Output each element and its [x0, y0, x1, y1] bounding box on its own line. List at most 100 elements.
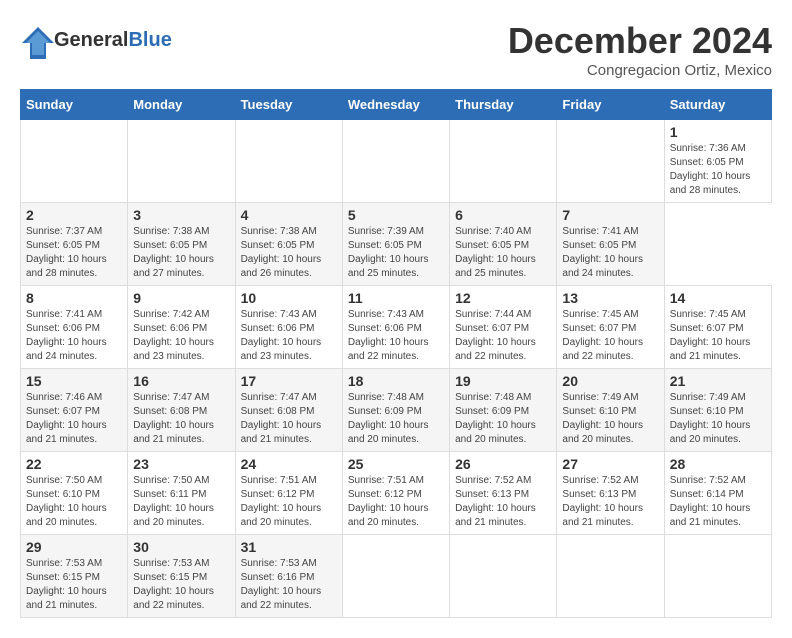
day-number: 30 [133, 539, 229, 555]
day-number: 7 [562, 207, 658, 223]
day-info: Sunrise: 7:47 AMSunset: 6:08 PMDaylight:… [241, 391, 337, 447]
day-info: Sunrise: 7:37 AMSunset: 6:05 PMDaylight:… [26, 225, 122, 281]
empty-cell [557, 120, 664, 203]
day-info: Sunrise: 7:42 AMSunset: 6:06 PMDaylight:… [133, 308, 229, 364]
day-info: Sunrise: 7:48 AMSunset: 6:09 PMDaylight:… [455, 391, 551, 447]
day-number: 5 [348, 207, 444, 223]
day-info: Sunrise: 7:53 AMSunset: 6:15 PMDaylight:… [26, 557, 122, 613]
day-cell-8: 8Sunrise: 7:41 AMSunset: 6:06 PMDaylight… [21, 286, 128, 369]
empty-cell [557, 535, 664, 618]
day-cell-29: 29 Sunrise: 7:53 AMSunset: 6:15 PMDayligh… [21, 535, 128, 618]
day-number: 16 [133, 373, 229, 389]
day-number: 20 [562, 373, 658, 389]
day-info: Sunrise: 7:41 AMSunset: 6:05 PMDaylight:… [562, 225, 658, 281]
day-cell-16: 16 Sunrise: 7:47 AMSunset: 6:08 PMDayligh… [128, 369, 235, 452]
day-cell-18: 18 Sunrise: 7:48 AMSunset: 6:09 PMDayligh… [342, 369, 449, 452]
day-info: Sunrise: 7:40 AMSunset: 6:05 PMDaylight:… [455, 225, 551, 281]
calendar-table: SundayMondayTuesdayWednesdayThursdayFrid… [20, 89, 772, 618]
header-friday: Friday [557, 90, 664, 120]
day-info: Sunrise: 7:51 AMSunset: 6:12 PMDaylight:… [348, 474, 444, 530]
calendar-week-1: 1Sunrise: 7:36 AMSunset: 6:05 PMDaylight… [21, 120, 772, 203]
day-cell-7: 7 Sunrise: 7:41 AMSunset: 6:05 PMDaylight… [557, 203, 664, 286]
day-number: 4 [241, 207, 337, 223]
empty-cell [128, 120, 235, 203]
calendar-week-6: 29 Sunrise: 7:53 AMSunset: 6:15 PMDayligh… [21, 535, 772, 618]
day-number: 21 [670, 373, 766, 389]
day-cell-25: 25 Sunrise: 7:51 AMSunset: 6:12 PMDayligh… [342, 452, 449, 535]
day-cell-10: 10Sunrise: 7:43 AMSunset: 6:06 PMDayligh… [235, 286, 342, 369]
day-number: 28 [670, 456, 766, 472]
day-info: Sunrise: 7:50 AMSunset: 6:10 PMDaylight:… [26, 474, 122, 530]
day-number: 17 [241, 373, 337, 389]
day-number: 25 [348, 456, 444, 472]
day-info: Sunrise: 7:49 AMSunset: 6:10 PMDaylight:… [670, 391, 766, 447]
day-number: 24 [241, 456, 337, 472]
header-monday: Monday [128, 90, 235, 120]
day-cell-24: 24Sunrise: 7:51 AMSunset: 6:12 PMDayligh… [235, 452, 342, 535]
day-info: Sunrise: 7:45 AMSunset: 6:07 PMDaylight:… [562, 308, 658, 364]
day-number: 2 [26, 207, 122, 223]
calendar-week-4: 15 Sunrise: 7:46 AMSunset: 6:07 PMDayligh… [21, 369, 772, 452]
logo-icon [20, 25, 50, 55]
header-tuesday: Tuesday [235, 90, 342, 120]
day-cell-20: 20 Sunrise: 7:49 AMSunset: 6:10 PMDayligh… [557, 369, 664, 452]
day-info: Sunrise: 7:52 AMSunset: 6:13 PMDaylight:… [455, 474, 551, 530]
day-number: 29 [26, 539, 122, 555]
day-cell-22: 22 Sunrise: 7:50 AMSunset: 6:10 PMDayligh… [21, 452, 128, 535]
day-cell-4: 4Sunrise: 7:38 AMSunset: 6:05 PMDaylight… [235, 203, 342, 286]
day-info: Sunrise: 7:46 AMSunset: 6:07 PMDaylight:… [26, 391, 122, 447]
day-info: Sunrise: 7:39 AMSunset: 6:05 PMDaylight:… [348, 225, 444, 281]
logo-text: GeneralBlue [54, 29, 172, 52]
month-title: December 2024 [508, 20, 772, 62]
day-cell-28: 28Sunrise: 7:52 AMSunset: 6:14 PMDayligh… [664, 452, 771, 535]
day-cell-17: 17 Sunrise: 7:47 AMSunset: 6:08 PMDayligh… [235, 369, 342, 452]
day-info: Sunrise: 7:53 AMSunset: 6:16 PMDaylight:… [241, 557, 337, 613]
empty-cell [450, 535, 557, 618]
calendar-header-row: SundayMondayTuesdayWednesdayThursdayFrid… [21, 90, 772, 120]
day-number: 3 [133, 207, 229, 223]
day-cell-9: 9 Sunrise: 7:42 AMSunset: 6:06 PMDaylight… [128, 286, 235, 369]
calendar-week-5: 22 Sunrise: 7:50 AMSunset: 6:10 PMDayligh… [21, 452, 772, 535]
calendar-week-3: 8Sunrise: 7:41 AMSunset: 6:06 PMDaylight… [21, 286, 772, 369]
day-number: 15 [26, 373, 122, 389]
day-cell-15: 15 Sunrise: 7:46 AMSunset: 6:07 PMDayligh… [21, 369, 128, 452]
day-cell-5: 5 Sunrise: 7:39 AMSunset: 6:05 PMDaylight… [342, 203, 449, 286]
empty-cell [664, 535, 771, 618]
day-info: Sunrise: 7:43 AMSunset: 6:06 PMDaylight:… [241, 308, 337, 364]
day-info: Sunrise: 7:41 AMSunset: 6:06 PMDaylight:… [26, 308, 122, 364]
day-info: Sunrise: 7:49 AMSunset: 6:10 PMDaylight:… [562, 391, 658, 447]
day-cell-3: 3 Sunrise: 7:38 AMSunset: 6:05 PMDaylight… [128, 203, 235, 286]
day-cell-14: 14 Sunrise: 7:45 AMSunset: 6:07 PMDayligh… [664, 286, 771, 369]
empty-cell [342, 535, 449, 618]
day-info: Sunrise: 7:50 AMSunset: 6:11 PMDaylight:… [133, 474, 229, 530]
location: Congregacion Ortiz, Mexico [508, 62, 772, 79]
day-info: Sunrise: 7:44 AMSunset: 6:07 PMDaylight:… [455, 308, 551, 364]
page-header: GeneralBlue December 2024 Congregacion O… [20, 20, 772, 79]
empty-cell [21, 120, 128, 203]
day-number: 9 [133, 290, 229, 306]
header-sunday: Sunday [21, 90, 128, 120]
day-number: 14 [670, 290, 766, 306]
day-info: Sunrise: 7:43 AMSunset: 6:06 PMDaylight:… [348, 308, 444, 364]
day-cell-27: 27Sunrise: 7:52 AMSunset: 6:13 PMDayligh… [557, 452, 664, 535]
day-number: 13 [562, 290, 658, 306]
day-number: 26 [455, 456, 551, 472]
day-number: 23 [133, 456, 229, 472]
day-number: 22 [26, 456, 122, 472]
day-cell-12: 12Sunrise: 7:44 AMSunset: 6:07 PMDayligh… [450, 286, 557, 369]
day-cell-30: 30Sunrise: 7:53 AMSunset: 6:15 PMDayligh… [128, 535, 235, 618]
day-number: 31 [241, 539, 337, 555]
empty-cell [235, 120, 342, 203]
header-thursday: Thursday [450, 90, 557, 120]
day-cell-2: 2 Sunrise: 7:37 AMSunset: 6:05 PMDaylight… [21, 203, 128, 286]
day-info: Sunrise: 7:45 AMSunset: 6:07 PMDaylight:… [670, 308, 766, 364]
logo: GeneralBlue [20, 25, 172, 55]
day-info: Sunrise: 7:38 AMSunset: 6:05 PMDaylight:… [133, 225, 229, 281]
day-info: Sunrise: 7:47 AMSunset: 6:08 PMDaylight:… [133, 391, 229, 447]
day-info: Sunrise: 7:48 AMSunset: 6:09 PMDaylight:… [348, 391, 444, 447]
calendar-week-2: 2 Sunrise: 7:37 AMSunset: 6:05 PMDaylight… [21, 203, 772, 286]
day-number: 1 [670, 124, 766, 140]
header-saturday: Saturday [664, 90, 771, 120]
day-number: 18 [348, 373, 444, 389]
day-cell-26: 26 Sunrise: 7:52 AMSunset: 6:13 PMDayligh… [450, 452, 557, 535]
